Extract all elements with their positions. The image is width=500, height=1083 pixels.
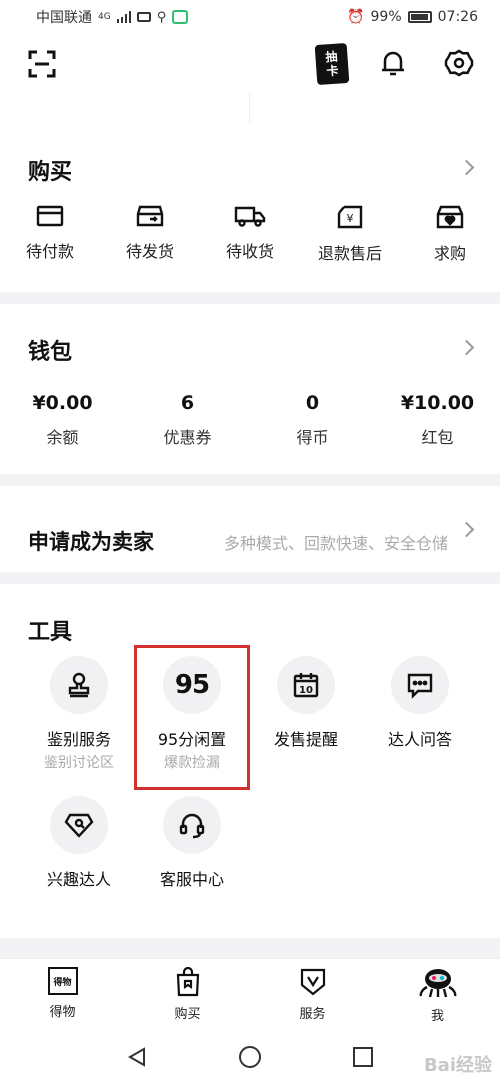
- tool-label: 鉴别服务: [46, 730, 111, 749]
- tool-label: 兴趣达人: [46, 870, 111, 889]
- seller-chevron-icon: [458, 521, 475, 538]
- buy-title: 购买: [28, 160, 73, 185]
- tab-me[interactable]: 我: [375, 959, 500, 1031]
- shopping-bag-icon: [176, 967, 199, 997]
- tool-label: 达人问答: [387, 730, 452, 749]
- wallet-item-red-packet[interactable]: ¥10.00 红包: [375, 392, 500, 448]
- wallet-value: 0: [305, 392, 320, 414]
- become-seller-row[interactable]: 申请成为卖家 多种模式、回款快速、安全仓储: [0, 486, 500, 572]
- wallet-title: 钱包: [28, 340, 73, 365]
- tool-authentication[interactable]: 鉴别服务 鉴别讨论区: [23, 656, 135, 772]
- scan-icon[interactable]: [28, 50, 56, 82]
- wallet-item-coupons[interactable]: 6 优惠券: [125, 392, 250, 448]
- bell-icon[interactable]: [378, 48, 408, 82]
- tab-dewu[interactable]: 得物 得物: [0, 959, 125, 1031]
- chat-icon: [391, 656, 449, 714]
- wallet-value: ¥10.00: [400, 392, 475, 414]
- carrier-label: 中国联通: [36, 10, 92, 26]
- wallet-item-balance[interactable]: ¥0.00 余额: [0, 392, 125, 448]
- bike-icon: ⚲: [156, 9, 167, 25]
- home-icon[interactable]: [238, 1045, 262, 1069]
- tool-release-reminder[interactable]: 10 发售提醒: [250, 656, 362, 750]
- highlight-box: [134, 645, 250, 790]
- calendar-icon: 10: [277, 656, 335, 714]
- buy-chevron-icon[interactable]: [458, 159, 475, 176]
- buy-item-label: 待发货: [125, 242, 174, 261]
- tool-interest-expert[interactable]: 兴趣达人: [23, 796, 135, 890]
- tools-title: 工具: [28, 620, 73, 645]
- buy-item-pending-payment[interactable]: 待付款: [0, 204, 100, 264]
- seller-title: 申请成为卖家: [28, 530, 154, 554]
- wallet-label: 得币: [296, 428, 329, 447]
- wallet-card-icon: [36, 205, 64, 227]
- stamp-icon: [50, 656, 108, 714]
- tool-sub: 鉴别讨论区: [44, 755, 114, 771]
- wallet-label: 红包: [421, 428, 454, 447]
- draw-card-button[interactable]: 抽 卡: [314, 42, 350, 86]
- top-bar: 抽 卡: [0, 34, 500, 126]
- tool-label: 发售提醒: [273, 730, 338, 749]
- alarm-icon: ⏰: [347, 9, 365, 25]
- wallet-chevron-icon[interactable]: [458, 339, 475, 356]
- wallet-item-coins[interactable]: 0 得币: [250, 392, 375, 448]
- diamond-icon: [50, 796, 108, 854]
- draw-card-label-bottom: 卡: [325, 63, 339, 79]
- wallet-label: 优惠券: [163, 428, 212, 447]
- battery-percent: 99%: [370, 9, 402, 25]
- tab-label: 服务: [299, 1007, 326, 1022]
- buy-item-label: 待付款: [25, 242, 74, 261]
- briefcase-icon: [136, 12, 151, 22]
- network-label: 4G: [98, 12, 111, 22]
- wallet-section: 钱包 ¥0.00 余额 6 优惠券 0 得币 ¥10.00 红包: [0, 304, 500, 474]
- buy-item-label: 待收货: [225, 242, 274, 261]
- tab-bar: 得物 得物 购买 服务 我: [0, 958, 500, 1031]
- tool-label: 客服中心: [159, 870, 224, 889]
- buy-section: 购买 待付款 待发货 待收货 ¥ 退款售后 求购: [0, 126, 500, 292]
- dewu-logo-icon: 得物: [47, 967, 78, 995]
- buy-item-pending-receipt[interactable]: 待收货: [200, 204, 300, 264]
- buy-item-refund[interactable]: ¥ 退款售后: [300, 204, 400, 264]
- buy-item-label: 求购: [433, 244, 466, 263]
- truck-icon: [234, 206, 266, 227]
- status-bar: 中国联通 4G ⚲ ⏰ 99% 07:26: [0, 0, 500, 34]
- watermark: Bai经验: [423, 1055, 492, 1076]
- tool-customer-service[interactable]: 客服中心: [136, 796, 248, 890]
- battery-icon: [407, 11, 432, 23]
- recents-icon[interactable]: [352, 1046, 374, 1068]
- tab-label: 购买: [174, 1007, 201, 1022]
- seller-hint: 多种模式、回款快速、安全仓储: [223, 534, 448, 553]
- heart-box-icon: [436, 205, 464, 229]
- tab-label: 得物: [49, 1005, 76, 1020]
- tab-label: 我: [430, 1009, 444, 1024]
- gear-icon[interactable]: [444, 48, 474, 82]
- wallet-value: 6: [180, 392, 195, 414]
- avatar-icon: [419, 969, 456, 998]
- buy-item-label: 退款售后: [317, 244, 382, 263]
- header-divider: [249, 92, 250, 124]
- tab-service[interactable]: 服务: [250, 959, 375, 1031]
- back-icon[interactable]: [126, 1046, 148, 1068]
- buy-item-pending-shipment[interactable]: 待发货: [100, 204, 200, 264]
- tab-buy[interactable]: 购买: [125, 959, 250, 1031]
- shield-v-icon: [300, 968, 325, 996]
- signal-icon: [116, 11, 131, 23]
- headset-icon: [163, 796, 221, 854]
- calendar-glyph: 10: [299, 685, 313, 696]
- svg-text:¥: ¥: [347, 212, 354, 225]
- box-icon: [136, 205, 164, 227]
- dewu-logo-glyph: 得物: [53, 977, 72, 988]
- wallet-value: ¥0.00: [32, 392, 93, 414]
- tool-expert-qa[interactable]: 达人问答: [364, 656, 476, 750]
- app-notification-icon: [172, 10, 189, 24]
- clock: 07:26: [437, 9, 478, 25]
- draw-card-label-top: 抽: [325, 49, 338, 65]
- wallet-label: 余额: [46, 428, 79, 447]
- refund-icon: ¥: [337, 205, 363, 229]
- buy-item-wanted[interactable]: 求购: [400, 204, 500, 264]
